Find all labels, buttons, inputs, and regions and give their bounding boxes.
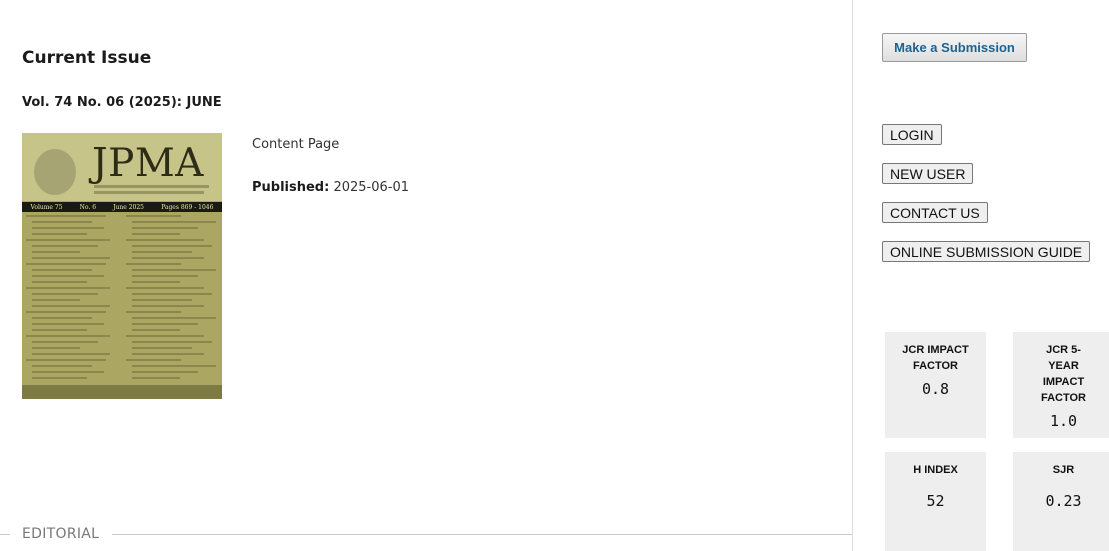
metric-card-sjr: SJR 0.23 [1013, 452, 1109, 551]
login-button[interactable]: LOGIN [882, 124, 942, 145]
cover-text-line [26, 239, 110, 241]
cover-text-line [32, 275, 104, 277]
cover-number: No. 6 [79, 203, 97, 211]
cover-text-line [126, 359, 181, 361]
published-date: Published: 2025-06-01 [252, 180, 409, 195]
cover-text-line [26, 215, 106, 217]
cover-subtitle-line [94, 185, 209, 188]
metric-value: 1.0 [1049, 412, 1078, 430]
cover-emblem-icon [34, 149, 76, 195]
published-label: Published: [252, 180, 330, 195]
cover-text-line [32, 347, 80, 349]
cover-text-line [132, 305, 204, 307]
new-user-button[interactable]: NEW USER [882, 163, 974, 184]
cover-text-line [126, 335, 204, 337]
cover-contents-list [26, 215, 218, 383]
cover-text-line [26, 287, 110, 289]
page-title: Current Issue [22, 48, 152, 68]
cover-month: June 2025 [113, 203, 144, 211]
cover-text-line [26, 359, 106, 361]
cover-text-line [132, 257, 204, 259]
cover-text-line [126, 311, 181, 313]
cover-text-line [132, 227, 198, 229]
metric-value: 0.23 [1045, 492, 1082, 510]
cover-text-line [32, 221, 92, 223]
section-divider [112, 534, 852, 535]
metric-label: SJR [1052, 464, 1075, 476]
metric-value: 0.8 [921, 380, 950, 398]
online-submission-guide-button[interactable]: ONLINE SUBMISSION GUIDE [882, 241, 1091, 262]
main-content: Current Issue Vol. 74 No. 06 (2025): JUN… [0, 0, 852, 551]
metric-label: H INDEX [913, 464, 958, 476]
section-divider [0, 534, 10, 535]
cover-text-line [132, 299, 192, 301]
cover-text-line [132, 317, 216, 319]
cover-text-line [32, 227, 104, 229]
sidebar: Make a Submission LOGIN NEW USER CONTACT… [852, 0, 1109, 551]
cover-volume: Volume 75 [30, 203, 63, 211]
published-value: 2025-06-01 [333, 180, 410, 195]
cover-text-line [26, 311, 106, 313]
cover-text-line [126, 239, 204, 241]
metric-card-h-index: H INDEX 52 [885, 452, 986, 551]
cover-text-line [32, 293, 98, 295]
cover-text-line [132, 281, 180, 283]
cover-text-line [32, 371, 104, 373]
metric-label: JCR IMPACT FACTOR [902, 344, 969, 372]
content-page-link[interactable]: Content Page [252, 137, 339, 152]
metric-card-jcr-impact-factor: JCR IMPACT FACTOR 0.8 [885, 332, 986, 438]
cover-text-line [132, 365, 216, 367]
cover-text-line [132, 341, 212, 343]
cover-text-line [32, 329, 87, 331]
cover-text-line [32, 269, 92, 271]
cover-text-line [132, 323, 198, 325]
cover-text-line [132, 293, 212, 295]
cover-text-line [132, 275, 198, 277]
cover-text-line [32, 305, 110, 307]
cover-footer [22, 385, 222, 399]
cover-issue-band: Volume 75 No. 6 June 2025 Pages 869 - 10… [22, 202, 222, 212]
cover-text-line [32, 281, 87, 283]
cover-text-line [132, 269, 216, 271]
cover-text-line [32, 251, 80, 253]
cover-text-line [132, 245, 212, 247]
issue-cover-image[interactable]: JPMA Volume 75 No. 6 June 2025 Pages 869… [22, 133, 222, 399]
cover-logo: JPMA [92, 141, 204, 186]
section-heading-editorial: EDITORIAL [22, 526, 100, 542]
cover-text-line [32, 233, 87, 235]
issue-volume-title[interactable]: Vol. 74 No. 06 (2025): JUNE [22, 95, 222, 110]
cover-text-line [126, 263, 181, 265]
cover-text-line [126, 215, 181, 217]
cover-text-line [32, 353, 110, 355]
cover-text-line [32, 341, 98, 343]
cover-text-line [32, 257, 110, 259]
cover-text-line [132, 347, 192, 349]
cover-text-line [32, 377, 87, 379]
cover-text-line [132, 329, 180, 331]
cover-text-line [132, 233, 180, 235]
cover-text-line [26, 335, 110, 337]
metric-card-jcr-5-year-impact-factor: JCR 5-YEAR IMPACT FACTOR 1.0 [1013, 332, 1109, 438]
cover-text-line [32, 245, 98, 247]
cover-text-line [132, 377, 180, 379]
cover-text-line [32, 365, 92, 367]
cover-pages: Pages 869 - 1046 [161, 203, 214, 211]
cover-text-line [32, 323, 104, 325]
make-submission-button[interactable]: Make a Submission [882, 33, 1027, 62]
cover-subtitle-line [94, 191, 204, 194]
cover-text-line [32, 299, 80, 301]
cover-text-line [32, 317, 92, 319]
metric-label: JCR 5-YEAR IMPACT FACTOR [1040, 344, 1087, 404]
metric-value: 52 [926, 492, 945, 510]
cover-text-line [132, 251, 192, 253]
cover-text-line [126, 287, 204, 289]
cover-text-line [26, 263, 106, 265]
cover-text-line [132, 221, 216, 223]
cover-text-line [132, 371, 198, 373]
contact-us-button[interactable]: CONTACT US [882, 202, 988, 223]
cover-text-line [132, 353, 204, 355]
